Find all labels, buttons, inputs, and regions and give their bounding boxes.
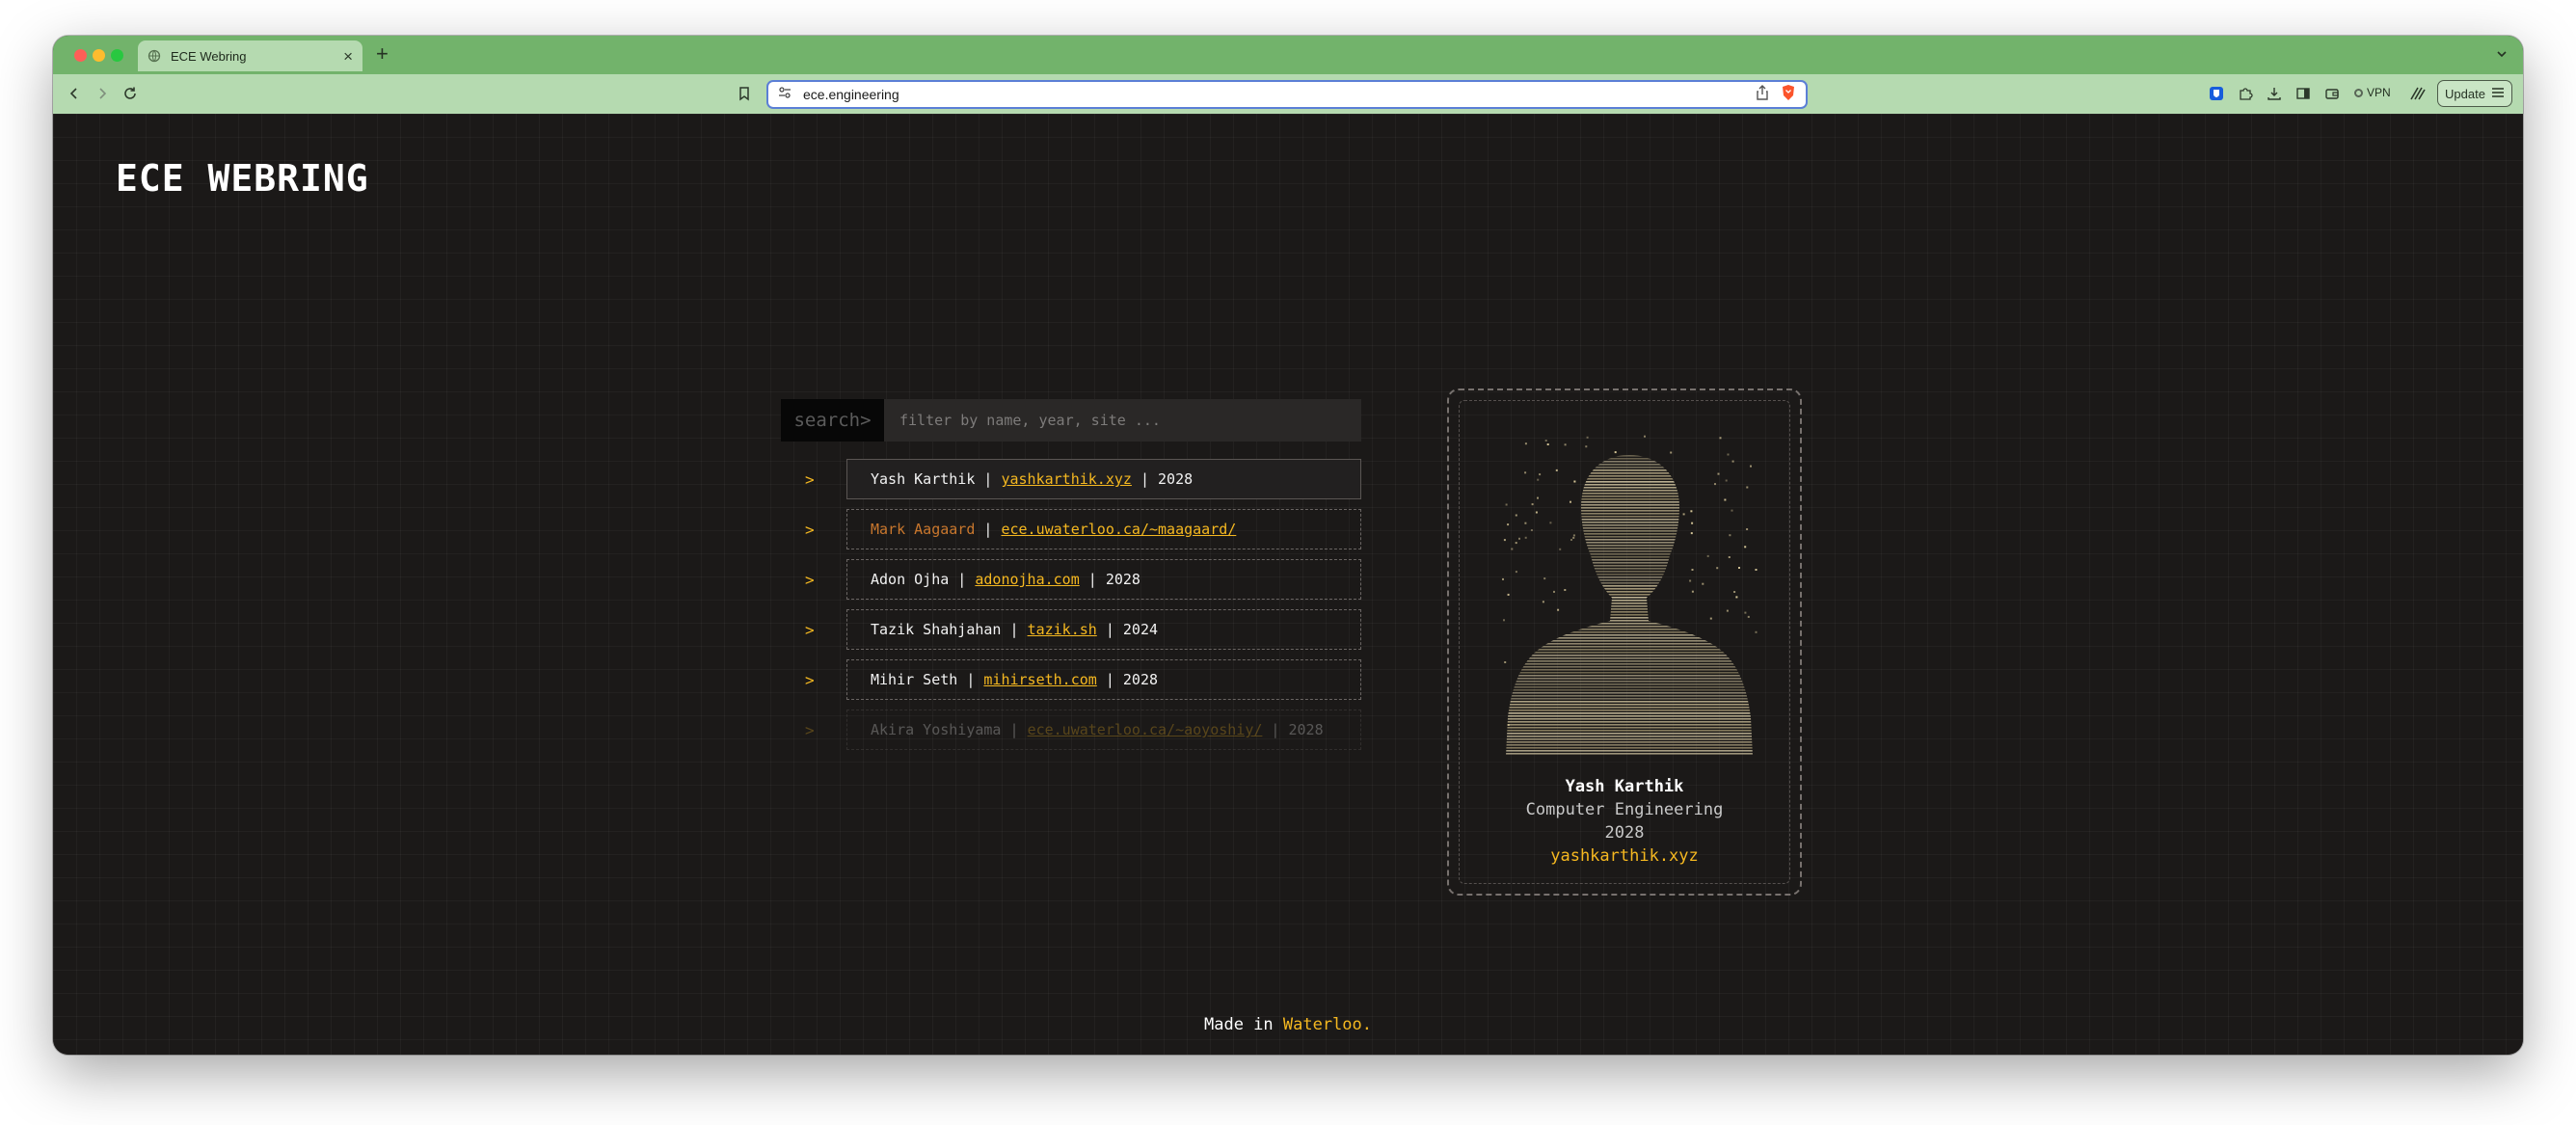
member-year: 2024	[1122, 621, 1159, 638]
vpn-label: VPN	[2367, 86, 2391, 99]
profile-card-frame: Yash Karthik Computer Engineering 2028 y…	[1459, 400, 1790, 884]
member-entry[interactable]: Yash Karthik | yashkarthik.xyz | 2028	[846, 459, 1361, 499]
footer-text: Made in	[1203, 1015, 1283, 1034]
globe-icon	[148, 49, 161, 63]
member-entry[interactable]: Mark Aagaard | ece.uwaterloo.ca/~maagaar…	[846, 509, 1361, 549]
site-settings-icon[interactable]	[778, 86, 792, 104]
member-site-link[interactable]: mihirseth.com	[983, 671, 1096, 688]
vpn-status-icon	[2354, 88, 2363, 97]
share-icon[interactable]	[1756, 84, 1769, 105]
member-name: Adon Ojha	[871, 571, 950, 588]
member-site-link[interactable]: ece.uwaterloo.ca/~aoyoshiy/	[1028, 721, 1263, 738]
member-entry[interactable]: Tazik Shahjahan | tazik.sh | 2024	[846, 609, 1361, 650]
member-list: > Yash Karthik | yashkarthik.xyz | 2028 …	[805, 459, 1361, 760]
member-entry[interactable]: Akira Yoshiyama | ece.uwaterloo.ca/~aoyo…	[846, 710, 1361, 750]
extensions-icon[interactable]	[2236, 84, 2255, 103]
page-content: ECE WEBRING search> > Yash Karthik | yas…	[53, 114, 2523, 1055]
footer-location-link[interactable]: Waterloo.	[1283, 1015, 1372, 1034]
footer: Made in Waterloo.	[53, 1015, 2523, 1034]
list-item: > Yash Karthik | yashkarthik.xyz | 2028	[805, 459, 1361, 509]
search-bar: search>	[781, 399, 1361, 442]
member-site-link[interactable]: yashkarthik.xyz	[1001, 470, 1131, 488]
vpn-button[interactable]: VPN	[2354, 86, 2391, 99]
row-arrow: >	[805, 671, 815, 689]
browser-tab[interactable]: ECE Webring ×	[138, 40, 362, 71]
back-icon[interactable]	[65, 84, 84, 103]
member-name: Yash Karthik	[871, 470, 976, 488]
member-year: 2028	[1288, 721, 1324, 738]
member-site-link[interactable]: ece.uwaterloo.ca/~maagaard/	[1001, 521, 1236, 538]
forward-icon[interactable]	[93, 84, 112, 103]
tab-title: ECE Webring	[171, 48, 247, 64]
update-button[interactable]: Update	[2437, 80, 2512, 107]
member-entry[interactable]: Adon Ojha | adonojha.com | 2028	[846, 559, 1361, 600]
list-item: > Akira Yoshiyama | ece.uwaterloo.ca/~ao…	[805, 710, 1361, 760]
search-input[interactable]	[884, 399, 1361, 442]
close-window-button[interactable]	[74, 49, 87, 62]
address-bar[interactable]: ece.engineering	[766, 80, 1808, 109]
member-year: 2028	[1122, 671, 1159, 688]
profile-site-link[interactable]: yashkarthik.xyz	[1460, 846, 1789, 866]
reload-icon[interactable]	[121, 84, 140, 103]
row-arrow: >	[805, 571, 815, 589]
member-site-link[interactable]: tazik.sh	[1028, 621, 1097, 638]
list-item: > Tazik Shahjahan | tazik.sh | 2024	[805, 609, 1361, 659]
row-arrow: >	[805, 470, 815, 489]
member-name: Mihir Seth	[871, 671, 958, 688]
bitwarden-extension-icon[interactable]	[2207, 84, 2226, 103]
site-title: ECE WEBRING	[116, 157, 369, 200]
list-item: > Mihir Seth | mihirseth.com | 2028	[805, 659, 1361, 710]
leo-ai-icon[interactable]	[2408, 84, 2428, 103]
member-year: 2028	[1105, 571, 1140, 588]
list-item: > Mark Aagaard | ece.uwaterloo.ca/~maaga…	[805, 509, 1361, 559]
menu-icon	[2491, 87, 2505, 101]
profile-year: 2028	[1604, 823, 1645, 843]
member-site-link[interactable]: adonojha.com	[975, 571, 1079, 588]
profile-name: Yash Karthik	[1565, 777, 1684, 796]
wallet-icon[interactable]	[2322, 84, 2342, 103]
url-text: ece.engineering	[803, 87, 899, 102]
search-label: search>	[781, 399, 884, 442]
browser-window: ECE Webring × + ece.engineering VPN Upda…	[53, 36, 2523, 1055]
list-item: > Adon Ojha | adonojha.com | 2028	[805, 559, 1361, 609]
row-arrow: >	[805, 521, 815, 539]
member-year: 2028	[1158, 470, 1194, 488]
member-name: Akira Yoshiyama	[871, 721, 1002, 738]
update-label: Update	[2445, 86, 2485, 101]
profile-card: Yash Karthik Computer Engineering 2028 y…	[1447, 388, 1802, 896]
browser-toolbar: ece.engineering VPN Update	[53, 74, 2523, 114]
member-name: Tazik Shahjahan	[871, 621, 1002, 638]
chevron-down-icon[interactable]	[2494, 46, 2509, 62]
minimize-window-button[interactable]	[93, 49, 105, 62]
member-name: Mark Aagaard	[871, 521, 976, 538]
tab-strip: ECE Webring × +	[53, 36, 2523, 74]
member-entry[interactable]: Mihir Seth | mihirseth.com | 2028	[846, 659, 1361, 700]
new-tab-button[interactable]: +	[376, 43, 389, 65]
download-icon[interactable]	[2265, 84, 2284, 103]
row-arrow: >	[805, 721, 815, 739]
ascii-portrait-image	[1502, 435, 1758, 755]
brave-shield-icon[interactable]	[1781, 84, 1796, 106]
bookmark-icon[interactable]	[735, 84, 754, 103]
sidebar-icon[interactable]	[2294, 84, 2313, 103]
row-arrow: >	[805, 621, 815, 639]
zoom-window-button[interactable]	[111, 49, 123, 62]
profile-program: Computer Engineering	[1525, 800, 1724, 819]
close-tab-icon[interactable]: ×	[343, 48, 353, 65]
